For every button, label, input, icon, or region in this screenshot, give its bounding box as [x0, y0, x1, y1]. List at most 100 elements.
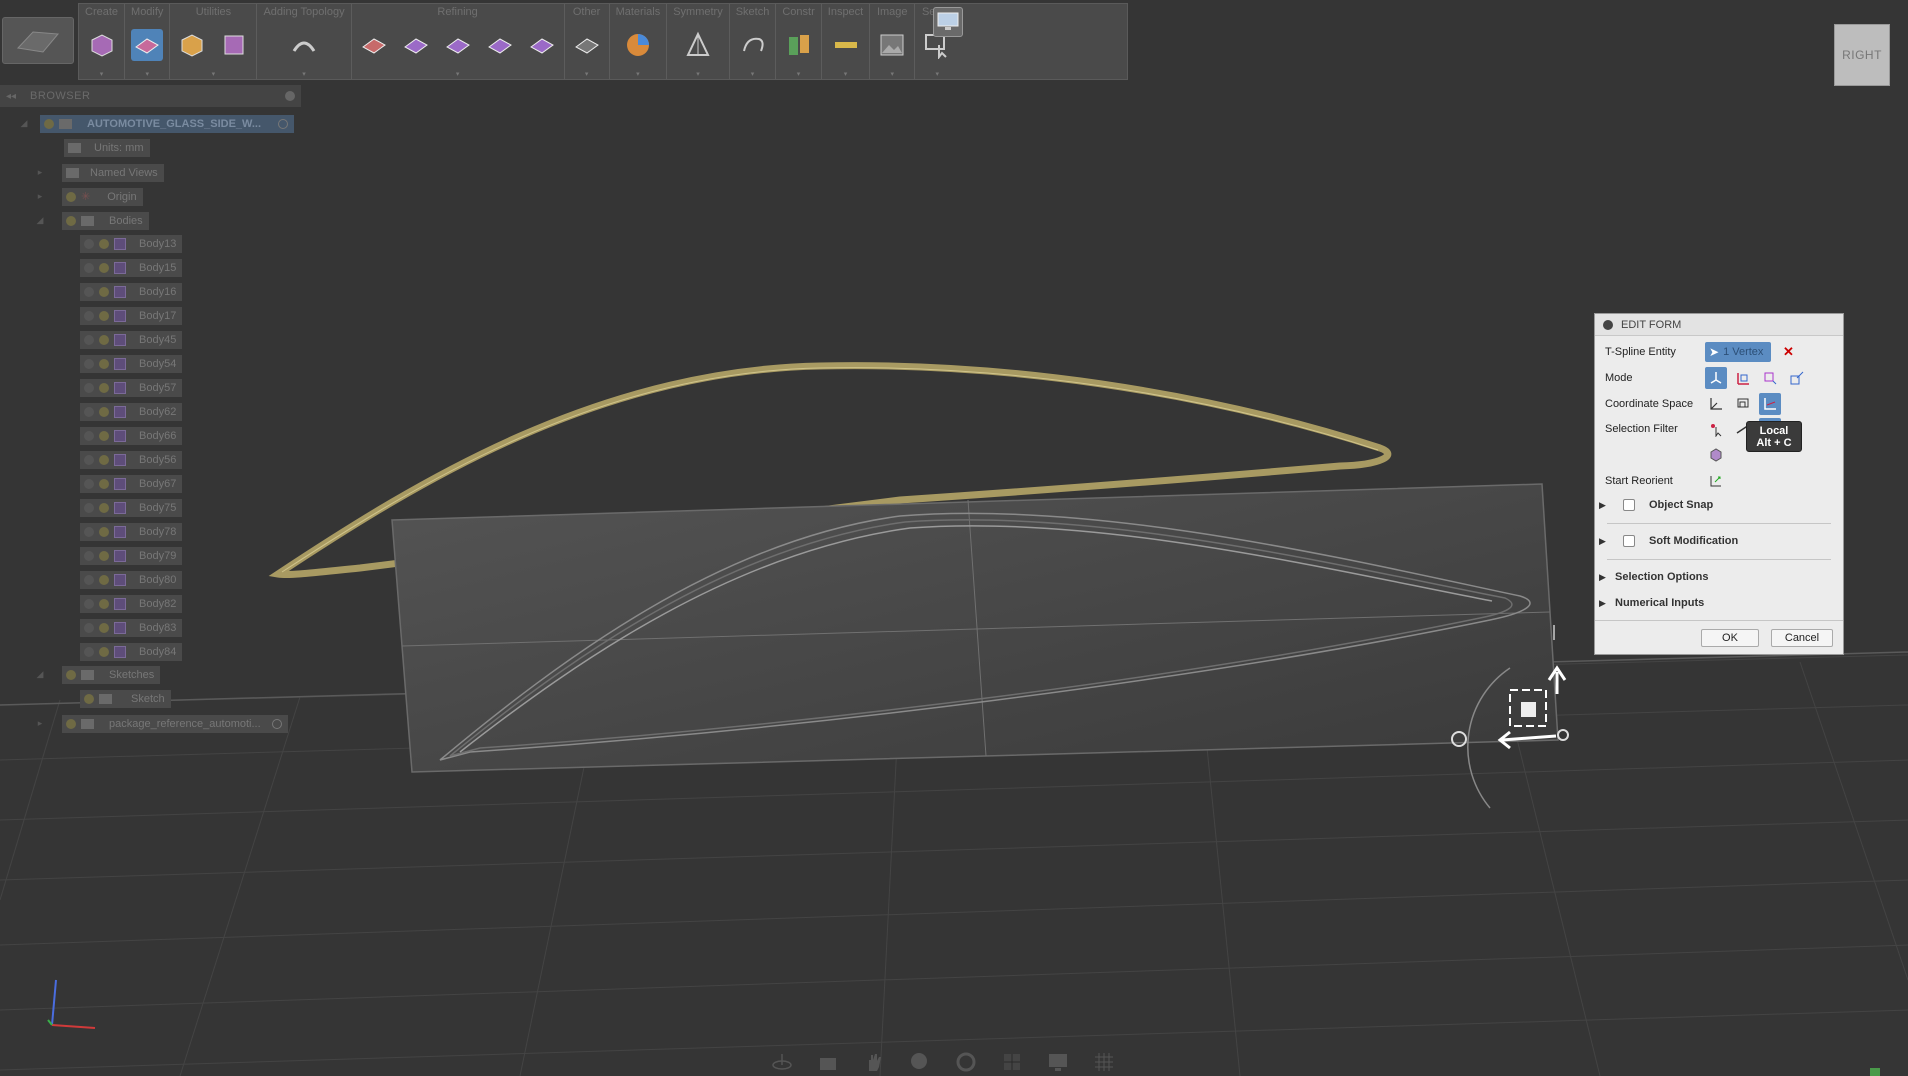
tree-item-body[interactable]: Body84: [80, 642, 183, 661]
visibility-bulb-icon[interactable]: [66, 669, 76, 680]
object-snap-row[interactable]: ▶ Object Snap: [1599, 499, 1713, 511]
sketch-curve-icon[interactable]: [737, 29, 769, 61]
reorient-icon[interactable]: [1705, 470, 1727, 492]
orbit-icon[interactable]: [770, 1050, 794, 1074]
expand-icon[interactable]: ▸: [34, 167, 46, 178]
tree-item-body[interactable]: Body80: [80, 570, 183, 589]
select-body-icon[interactable]: [1705, 444, 1727, 466]
visibility-bulb-icon[interactable]: [84, 574, 94, 585]
cancel-button[interactable]: Cancel: [1771, 629, 1833, 647]
visibility-bulb-icon[interactable]: [84, 622, 94, 633]
insert-point-icon[interactable]: [442, 29, 474, 61]
tree-item-body[interactable]: Body75: [80, 498, 183, 517]
tree-item-body[interactable]: Body79: [80, 546, 183, 565]
tree-item-reference[interactable]: ▸ package_reference_automoti...: [34, 714, 288, 733]
look-at-icon[interactable]: [816, 1050, 840, 1074]
radio-icon[interactable]: [278, 118, 288, 129]
visibility-bulb-icon[interactable]: [84, 334, 94, 345]
collapse-icon[interactable]: ◢: [34, 669, 46, 680]
visibility-bulb-icon[interactable]: [84, 430, 94, 441]
view-space-icon[interactable]: [1732, 393, 1754, 415]
select-vertex-icon[interactable]: [1705, 418, 1727, 440]
tree-item-body[interactable]: Body56: [80, 450, 183, 469]
tree-item-body[interactable]: Body82: [80, 594, 183, 613]
dropdown-arrow-icon[interactable]: ▾: [696, 70, 700, 78]
tree-item-body[interactable]: Body62: [80, 402, 183, 421]
light-bulb-icon[interactable]: [99, 622, 109, 633]
light-bulb-icon[interactable]: [99, 454, 109, 465]
browser-panel-header[interactable]: ◂◂ BROWSER: [0, 85, 301, 107]
light-bulb-icon[interactable]: [99, 310, 109, 321]
tree-item-sketch[interactable]: Sketch: [80, 689, 171, 708]
selection-options-row[interactable]: ▶ Selection Options: [1599, 571, 1709, 583]
tree-item-body[interactable]: Body78: [80, 522, 183, 541]
radio-icon[interactable]: [271, 718, 282, 729]
tree-item-body[interactable]: Body16: [80, 282, 183, 301]
expand-triangle-icon[interactable]: ▶: [1599, 500, 1609, 511]
visibility-bulb-icon[interactable]: [84, 693, 94, 704]
light-bulb-icon[interactable]: [99, 550, 109, 561]
dropdown-arrow-icon[interactable]: ▾: [212, 70, 216, 78]
visibility-bulb-icon[interactable]: [84, 310, 94, 321]
appearance-icon[interactable]: [622, 29, 654, 61]
visibility-bulb-icon[interactable]: [84, 406, 94, 417]
light-bulb-icon[interactable]: [99, 238, 109, 249]
toolbar-group-sketch[interactable]: Sketch ▾: [730, 4, 777, 79]
construct-plane-icon[interactable]: [783, 29, 815, 61]
light-bulb-icon[interactable]: [99, 334, 109, 345]
clear-selection-icon[interactable]: ✕: [1783, 344, 1794, 360]
reference-plane[interactable]: [391, 483, 1559, 773]
tree-item-body[interactable]: Body66: [80, 426, 183, 445]
light-bulb-icon[interactable]: [99, 646, 109, 657]
minimize-icon[interactable]: [1603, 319, 1613, 330]
world-space-icon[interactable]: [1705, 393, 1727, 415]
toolbar-group-construct[interactable]: Constr ▾: [776, 4, 822, 79]
dropdown-arrow-icon[interactable]: ▾: [145, 70, 149, 78]
expand-icon[interactable]: ▸: [34, 191, 46, 202]
repair-body-icon[interactable]: [571, 29, 603, 61]
toolbar-group-adding-topology[interactable]: Adding Topology ▾: [257, 4, 352, 79]
visual-style-icon[interactable]: [1046, 1050, 1070, 1074]
tree-item-sketches[interactable]: ◢ Sketches: [34, 665, 161, 684]
display-mode-icon[interactable]: [176, 29, 208, 61]
multi-mode-icon[interactable]: [1705, 367, 1727, 389]
toolbar-group-refining[interactable]: Refining ▾: [352, 4, 565, 79]
tree-item-units[interactable]: Units: mm: [64, 138, 150, 157]
tree-item-body[interactable]: Body83: [80, 618, 183, 637]
toolbar-group-image[interactable]: Image ▾: [870, 4, 916, 79]
visibility-bulb-icon[interactable]: [84, 358, 94, 369]
collapse-icon[interactable]: ◢: [18, 118, 30, 129]
convert-icon[interactable]: [218, 29, 250, 61]
subdivide-icon[interactable]: [400, 29, 432, 61]
dropdown-arrow-icon[interactable]: ▾: [456, 70, 460, 78]
mirror-icon[interactable]: [682, 29, 714, 61]
visibility-bulb-icon[interactable]: [84, 526, 94, 537]
light-bulb-icon[interactable]: [99, 406, 109, 417]
zoom-icon[interactable]: [908, 1050, 932, 1074]
rotation-icon[interactable]: [1759, 367, 1781, 389]
bridge-icon[interactable]: [288, 29, 320, 61]
pan-icon[interactable]: [862, 1050, 886, 1074]
visibility-bulb-icon[interactable]: [44, 118, 54, 129]
light-bulb-icon[interactable]: [99, 430, 109, 441]
dropdown-arrow-icon[interactable]: ▾: [636, 70, 640, 78]
tspline-entity-selector[interactable]: ➤ 1 Vertex: [1705, 342, 1771, 362]
numerical-inputs-row[interactable]: ▶ Numerical Inputs: [1599, 597, 1704, 609]
visibility-bulb-icon[interactable]: [84, 646, 94, 657]
visibility-bulb-icon[interactable]: [84, 382, 94, 393]
collapse-browser-icon[interactable]: ◂◂: [6, 91, 16, 102]
display-settings-icon[interactable]: [933, 7, 963, 37]
expand-icon[interactable]: ▸: [34, 718, 46, 729]
dropdown-arrow-icon[interactable]: ▾: [302, 70, 306, 78]
scale-icon[interactable]: [1786, 367, 1808, 389]
toolbar-group-materials[interactable]: Materials ▾: [610, 4, 668, 79]
tree-item-body[interactable]: Body13: [80, 234, 183, 253]
tree-item-body[interactable]: Body57: [80, 378, 183, 397]
soft-modification-checkbox[interactable]: [1623, 535, 1635, 547]
light-bulb-icon[interactable]: [99, 478, 109, 489]
light-bulb-icon[interactable]: [99, 382, 109, 393]
slide-edge-icon[interactable]: [526, 29, 558, 61]
measure-icon[interactable]: [830, 29, 862, 61]
light-bulb-icon[interactable]: [99, 262, 109, 273]
light-bulb-icon[interactable]: [99, 598, 109, 609]
